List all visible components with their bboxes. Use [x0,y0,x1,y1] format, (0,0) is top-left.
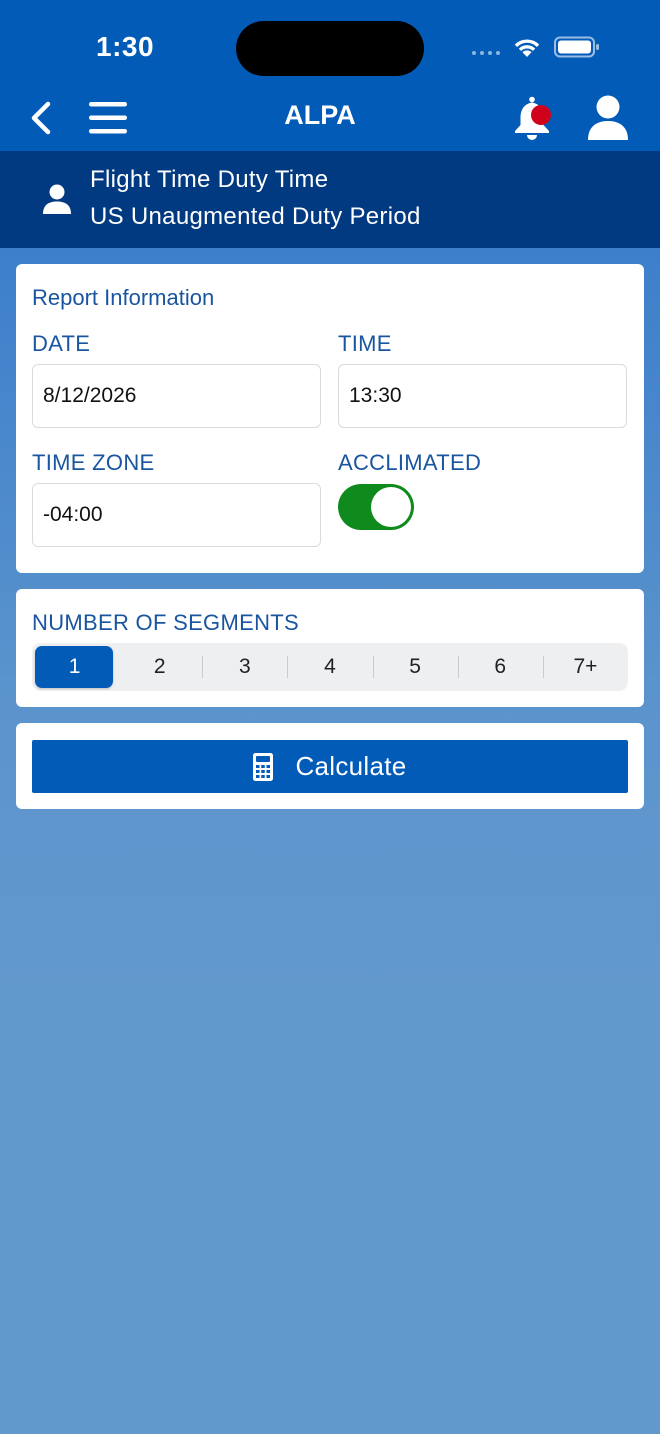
segment-option-7-plus[interactable]: 7+ [542,643,628,691]
notification-dot [531,105,551,125]
segment-option-label: 4 [324,655,336,678]
segment-option-label: 7+ [573,655,598,678]
status-icons [472,36,600,58]
segments-label: NUMBER OF SEGMENTS [32,610,299,635]
calculate-button[interactable]: Calculate [32,740,628,793]
segment-option-label: 6 [494,655,507,678]
time-zone-field[interactable]: -04:00 [32,483,321,547]
time-zone-label: TIME ZONE [32,450,155,475]
acclimated-label: ACCLIMATED [338,450,482,475]
segments-control: 1 2 3 4 5 6 7+ [32,643,628,691]
time-field[interactable]: 13:30 [338,364,627,428]
segment-option-2[interactable]: 2 [117,643,202,691]
segment-option-5[interactable]: 5 [372,643,458,691]
section-title: Report Information [32,285,215,310]
acclimated-toggle[interactable] [338,484,414,530]
user-icon[interactable] [585,94,631,142]
calculator-icon [253,752,274,781]
report-information-card: Report Information DATE 8/12/2026 TIME 1… [16,264,644,573]
time-label: TIME [338,331,392,356]
segments-card: NUMBER OF SEGMENTS 1 2 3 4 5 6 7+ [16,589,644,707]
toggle-knob [371,487,411,527]
segment-option-3[interactable]: 3 [202,643,287,691]
nav-bar: ALPA [0,90,660,151]
date-field[interactable]: 8/12/2026 [32,364,321,428]
segment-option-1[interactable]: 1 [32,643,117,691]
battery-icon [554,36,599,58]
wifi-icon [514,39,540,57]
page-subtitle: US Unaugmented Duty Period [90,203,421,230]
user-icon [43,184,71,214]
bell-icon[interactable] [510,94,558,142]
page-header: Flight Time Duty Time US Unaugmented Dut… [0,151,660,248]
calculate-label: Calculate [295,751,407,781]
segment-option-4[interactable]: 4 [287,643,372,691]
segment-option-label: 5 [409,655,421,678]
dynamic-island [236,21,424,76]
segment-option-6[interactable]: 6 [457,643,543,691]
app-title-text: ALPA [284,100,356,130]
segment-option-label: 1 [68,655,81,678]
segment-option-label: 2 [153,655,166,678]
status-bar: 1:30 [0,0,660,90]
status-time: 1:30 [96,31,155,62]
calculate-card: Calculate [16,723,644,809]
date-label: DATE [32,331,91,356]
cellular-signal-icon [472,51,500,55]
page-title: Flight Time Duty Time [90,166,329,193]
segment-option-label: 3 [239,655,251,678]
